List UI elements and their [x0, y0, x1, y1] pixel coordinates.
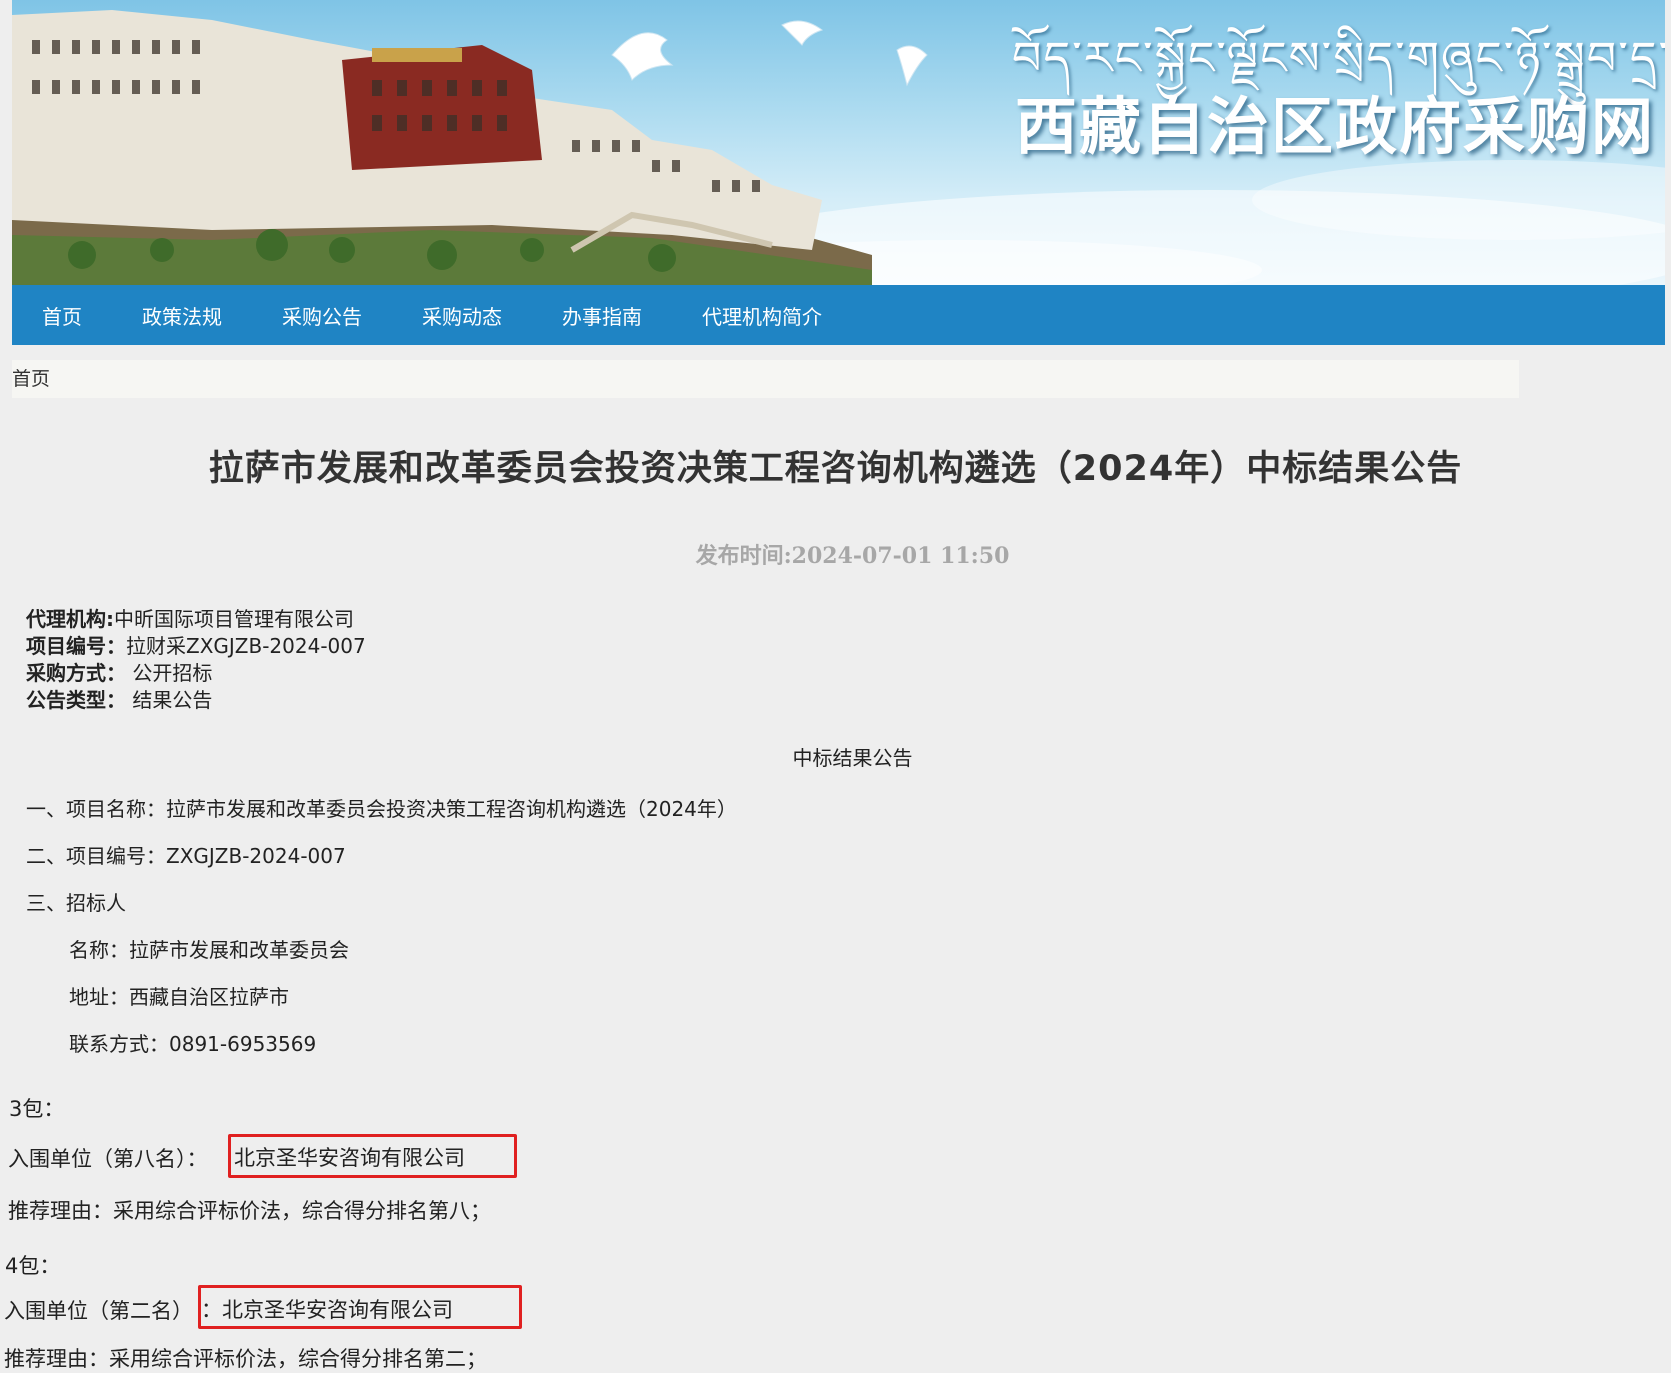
site-banner: བོད་རང་སྐྱོང་ལྗོངས་སྲིད་གཞུང་ཉོ་སྒྲུབ་དྲ… [12, 0, 1665, 285]
meta-value: 公开招标 [126, 661, 213, 685]
publish-time: 发布时间:2024-07-01 11:50 [695, 543, 1010, 569]
breadcrumb-home-link[interactable]: 首页 [12, 368, 50, 390]
nav-guide[interactable]: 办事指南 [562, 301, 642, 330]
meta-project-number: 项目编号：拉财采ZXGJZB-2024-007 [26, 633, 366, 660]
package-3-label: 3包： [9, 1097, 65, 1121]
meta-key: 代理机构: [26, 607, 114, 631]
package-4-reason: 推荐理由：采用综合评标价法，综合得分排名第二； [4, 1347, 487, 1371]
nav-agency-intro[interactable]: 代理机构简介 [702, 301, 822, 330]
nav-policies[interactable]: 政策法规 [142, 301, 222, 330]
tenderer-address: 地址：西藏自治区拉萨市 [69, 985, 289, 1009]
notice-meta: 代理机构:中昕国际项目管理有限公司 项目编号：拉财采ZXGJZB-2024-00… [26, 606, 366, 714]
meta-value: 结果公告 [126, 688, 213, 712]
breadcrumb: 首页 [12, 360, 1519, 398]
package-4-unit-colon: ： [201, 1298, 222, 1322]
meta-notice-type: 公告类型： 结果公告 [26, 687, 366, 714]
meta-key: 项目编号： [26, 634, 126, 658]
main-nav: 首页 政策法规 采购公告 采购动态 办事指南 代理机构简介 [12, 285, 1665, 345]
package-3-reason: 推荐理由：采用综合评标价法，综合得分排名第八； [8, 1199, 491, 1223]
package-3-unit-label: 入围单位（第八名）： [8, 1147, 208, 1171]
project-number: 二、项目编号：ZXGJZB-2024-007 [26, 844, 346, 868]
meta-value: 拉财采ZXGJZB-2024-007 [126, 634, 366, 658]
package-4-unit-label: 入围单位（第二名） [4, 1299, 193, 1323]
nav-home[interactable]: 首页 [42, 301, 82, 330]
section-title: 中标结果公告 [792, 746, 913, 770]
package-4-label: 4包： [5, 1254, 61, 1278]
meta-agency: 代理机构:中昕国际项目管理有限公司 [26, 606, 366, 633]
nav-procurement-notices[interactable]: 采购公告 [282, 301, 362, 330]
meta-key: 采购方式： [26, 661, 126, 685]
meta-key: 公告类型： [26, 688, 126, 712]
package-3-unit-name: 北京圣华安咨询有限公司 [234, 1146, 465, 1170]
meta-value: 中昕国际项目管理有限公司 [114, 607, 354, 631]
tenderer-name: 名称：拉萨市发展和改革委员会 [69, 938, 349, 962]
project-name: 一、项目名称：拉萨市发展和改革委员会投资决策工程咨询机构遴选（2024年） [26, 797, 737, 821]
meta-procurement-method: 采购方式： 公开招标 [26, 660, 366, 687]
tenderer-heading: 三、招标人 [26, 891, 126, 915]
site-title: 西藏自治区政府采购网 [1015, 90, 1656, 163]
package-4-unit-name: 北京圣华安咨询有限公司 [222, 1298, 453, 1322]
page-title: 拉萨市发展和改革委员会投资决策工程咨询机构遴选（2024年）中标结果公告 [208, 449, 1463, 489]
tenderer-contact: 联系方式：0891-6953569 [69, 1032, 317, 1056]
nav-procurement-news[interactable]: 采购动态 [422, 301, 502, 330]
